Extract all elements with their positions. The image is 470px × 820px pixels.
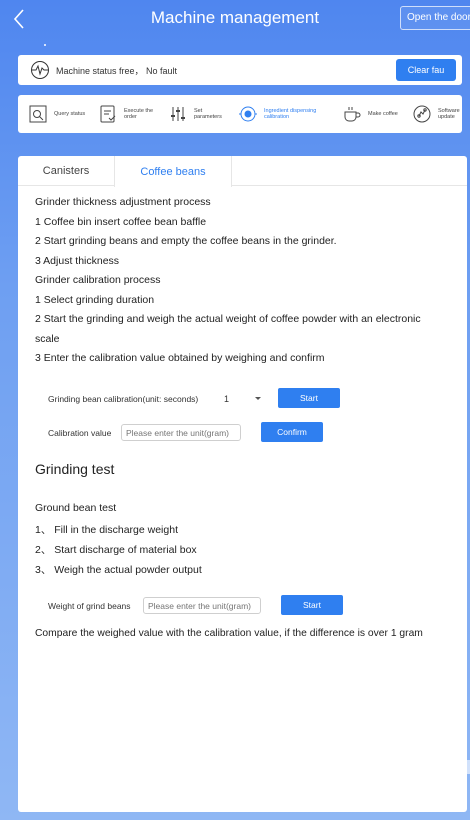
set-parameters-icon: [168, 104, 188, 124]
grinding-calibration-label: Grinding bean calibration(unit: seconds): [48, 394, 199, 404]
calibration-value-input[interactable]: [121, 424, 241, 441]
tab-coffee-beans[interactable]: Coffee beans: [114, 156, 232, 187]
test-line: 3、 Weigh the actual powder output: [35, 564, 202, 576]
panel-tabs: Canisters Coffee beans: [18, 156, 467, 187]
nav-label-calibration: Ingredient dispensing calibration: [264, 108, 317, 120]
instruction-line: 2 Start grinding beans and empty the cof…: [35, 235, 337, 247]
tab-canisters[interactable]: Canisters: [18, 156, 114, 186]
test-line: Ground bean test: [35, 502, 117, 514]
coffee-cup-icon: [342, 104, 362, 124]
clear-fault-button[interactable]: Clear fau: [396, 59, 456, 81]
nav-item-make-coffee[interactable]: Make coffee: [342, 95, 402, 133]
chevron-down-icon: [255, 397, 261, 400]
nav-label-execute-order: Execute the order: [124, 108, 154, 120]
instruction-line: 1 Coffee bin insert coffee bean baffle: [35, 216, 207, 228]
nav-item-software-update[interactable]: Software update: [412, 95, 470, 133]
instruction-line: 3 Adjust thickness: [35, 255, 120, 267]
nav-item-set-parameters[interactable]: Set parameters: [168, 95, 228, 133]
instruction-line: 2 Start the grinding and weigh the actua…: [35, 313, 421, 325]
nav-item-execute-order[interactable]: Execute the order: [98, 95, 158, 133]
test-line: 2、 Start discharge of material box: [35, 544, 197, 556]
instruction-line: scale: [35, 333, 60, 345]
calibration-value-label: Calibration value: [48, 428, 112, 438]
function-nav: Query status Execute the order Set param…: [18, 95, 462, 133]
grind-test-start-button[interactable]: Start: [281, 595, 343, 615]
calibration-confirm-button[interactable]: Confirm: [261, 422, 323, 442]
nav-item-query-status[interactable]: Query status: [28, 95, 88, 133]
nav-label-set-parameters: Set parameters: [194, 108, 222, 120]
instruction-line: Grinder calibration process: [35, 274, 161, 286]
query-status-icon: [28, 104, 48, 124]
grinding-test-title: Grinding test: [35, 461, 115, 477]
compare-note: Compare the weighed value with the calib…: [35, 628, 423, 639]
instruction-line: 3 Enter the calibration value obtained b…: [35, 352, 325, 364]
heartbeat-icon: [30, 60, 50, 80]
instruction-line: Grinder thickness adjustment process: [35, 196, 211, 208]
grind-weight-label: Weight of grind beans: [48, 601, 131, 611]
calibration-icon: [238, 104, 258, 124]
app-header: Machine management Open the door: [0, 0, 470, 40]
test-line: 1、 Fill in the discharge weight: [35, 524, 178, 536]
nav-label-software-update: Software update: [438, 108, 460, 120]
calibration-start-button[interactable]: Start: [278, 388, 340, 408]
software-update-icon: [412, 104, 432, 124]
decorative-dot: [44, 44, 46, 46]
grinding-duration-select[interactable]: 1: [218, 388, 268, 408]
nav-item-calibration[interactable]: Ingredient dispensing calibration: [238, 95, 328, 133]
execute-order-icon: [98, 104, 118, 124]
grinding-duration-value: 1: [224, 394, 230, 404]
machine-status-text: Machine status free， No fault: [56, 65, 178, 76]
instruction-line: 1 Select grinding duration: [35, 294, 155, 306]
grind-weight-input[interactable]: [143, 597, 261, 614]
main-panel: Canisters Coffee beans Grinder thickness…: [18, 156, 467, 812]
nav-label-make-coffee: Make coffee: [368, 111, 398, 117]
open-door-button[interactable]: Open the door: [400, 6, 470, 30]
nav-label-query-status: Query status: [54, 111, 86, 117]
machine-status-card: Machine status free， No fault Clear fau: [18, 55, 462, 85]
